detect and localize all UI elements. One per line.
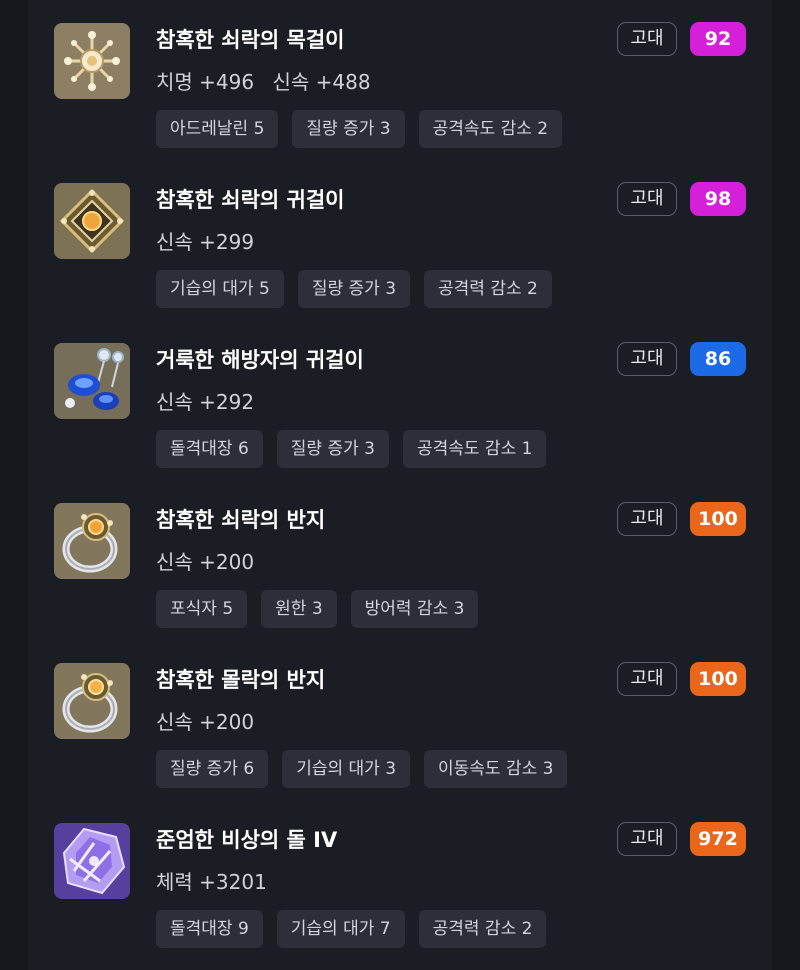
- necklace-icon: [54, 23, 130, 99]
- stat-value: 치명 +496: [156, 70, 255, 94]
- engraving-tag: 기습의 대가 7: [276, 910, 405, 948]
- stat-value: 신속 +488: [272, 70, 371, 94]
- quality-badge: 98: [690, 182, 746, 216]
- engraving-tag: 질량 증가 3: [292, 110, 405, 148]
- engraving-tag: 돌격대장 9: [156, 910, 263, 948]
- item-name: 참혹한 쇠락의 반지: [156, 508, 326, 532]
- ring-icon: [54, 663, 130, 739]
- quality-badge: 972: [690, 822, 746, 856]
- engraving-tag: 공격력 감소 2: [424, 270, 552, 308]
- stat-value: 신속 +200: [156, 550, 255, 574]
- engraving-tags: 돌격대장 9 기습의 대가 7 공격력 감소 2: [156, 910, 547, 948]
- stat-value: 신속 +299: [156, 230, 255, 254]
- engraving-tags: 아드레날린 5 질량 증가 3 공격속도 감소 2: [156, 110, 563, 148]
- quality-badge: 100: [690, 662, 746, 696]
- equipment-item-necklace[interactable]: 참혹한 쇠락의 목걸이 치명 +496 신속 +488 아드레날린 5 질량 증…: [54, 0, 774, 160]
- item-stats: 신속 +292: [156, 386, 254, 415]
- equipment-item-ring[interactable]: 참혹한 몰락의 반지 신속 +200 질량 증가 6 기습의 대가 3 이동속도…: [54, 640, 774, 800]
- item-name: 준엄한 비상의 돌 IV: [156, 828, 338, 852]
- ability-stone-icon: [54, 823, 130, 899]
- item-name: 참혹한 쇠락의 목걸이: [156, 28, 345, 52]
- engraving-tag: 질량 증가 3: [276, 430, 389, 468]
- item-stats: 체력 +3201: [156, 866, 267, 895]
- equipment-item-ring[interactable]: 참혹한 쇠락의 반지 신속 +200 포식자 5 원한 3 방어력 감소 3 고…: [54, 480, 774, 640]
- item-name: 거룩한 해방자의 귀걸이: [156, 348, 364, 372]
- grade-badge: 고대: [617, 182, 677, 216]
- quality-badge: 92: [690, 22, 746, 56]
- engraving-tag: 질량 증가 3: [297, 270, 411, 308]
- item-name: 참혹한 쇠락의 귀걸이: [156, 188, 345, 212]
- grade-badge: 고대: [617, 22, 677, 56]
- engraving-tags: 포식자 5 원한 3 방어력 감소 3: [156, 590, 479, 628]
- blue-earring-icon: [54, 343, 130, 419]
- engraving-tag: 원한 3: [261, 590, 337, 628]
- quality-badge: 100: [690, 502, 746, 536]
- grade-badge: 고대: [617, 822, 677, 856]
- ring-icon: [54, 503, 130, 579]
- engraving-tag: 아드레날린 5: [156, 110, 279, 148]
- engraving-tags: 질량 증가 6 기습의 대가 3 이동속도 감소 3: [156, 750, 568, 788]
- engraving-tag: 질량 증가 6: [156, 750, 269, 788]
- engraving-tag: 공격속도 감소 1: [402, 430, 547, 468]
- item-stats: 치명 +496 신속 +488: [156, 66, 371, 95]
- engraving-tag: 포식자 5: [156, 590, 248, 628]
- stat-value: 신속 +292: [156, 390, 255, 414]
- grade-badge: 고대: [617, 342, 677, 376]
- grade-badge: 고대: [617, 502, 677, 536]
- item-stats: 신속 +299: [156, 226, 254, 255]
- equipment-item-earring[interactable]: 거룩한 해방자의 귀걸이 신속 +292 돌격대장 6 질량 증가 3 공격속도…: [54, 320, 774, 480]
- item-name: 참혹한 몰락의 반지: [156, 668, 326, 692]
- engraving-tag: 이동속도 감소 3: [424, 750, 568, 788]
- item-stats: 신속 +200: [156, 706, 254, 735]
- engraving-tag: 공격속도 감소 2: [418, 110, 563, 148]
- earring-icon: [54, 183, 130, 259]
- engraving-tag: 기습의 대가 3: [282, 750, 411, 788]
- engraving-tag: 방어력 감소 3: [350, 590, 479, 628]
- engraving-tag: 공격력 감소 2: [418, 910, 547, 948]
- engraving-tag: 기습의 대가 5: [156, 270, 284, 308]
- item-stats: 신속 +200: [156, 546, 254, 575]
- equipment-item-earring[interactable]: 참혹한 쇠락의 귀걸이 신속 +299 기습의 대가 5 질량 증가 3 공격력…: [54, 160, 774, 320]
- equipment-item-ability-stone[interactable]: 준엄한 비상의 돌 IV 체력 +3201 돌격대장 9 기습의 대가 7 공격…: [54, 800, 774, 960]
- stat-value: 체력 +3201: [156, 870, 267, 894]
- quality-badge: 86: [690, 342, 746, 376]
- engraving-tag: 돌격대장 6: [156, 430, 263, 468]
- engraving-tags: 기습의 대가 5 질량 증가 3 공격력 감소 2: [156, 270, 552, 308]
- stat-value: 신속 +200: [156, 710, 255, 734]
- grade-badge: 고대: [617, 662, 677, 696]
- engraving-tags: 돌격대장 6 질량 증가 3 공격속도 감소 1: [156, 430, 547, 468]
